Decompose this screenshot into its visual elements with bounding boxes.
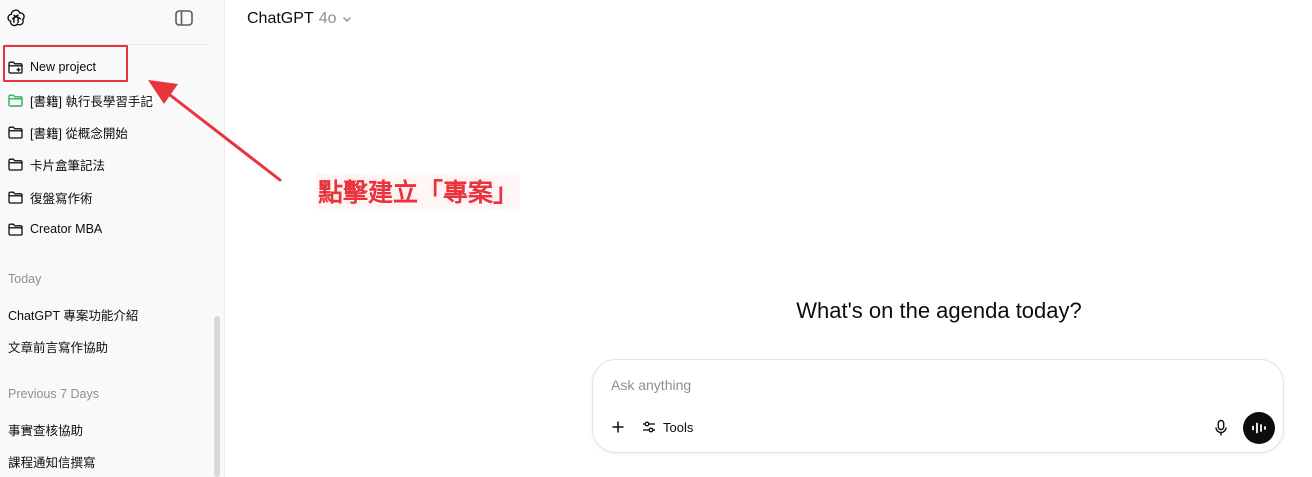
- project-item[interactable]: 復盤寫作術: [8, 186, 93, 208]
- sidebar-scrollbar[interactable]: [214, 316, 220, 477]
- project-label: 復盤寫作術: [30, 191, 93, 206]
- openai-logo-icon[interactable]: [6, 8, 26, 28]
- project-label: [書籍] 執行長學習手記: [30, 94, 153, 109]
- section-title-today: Today: [8, 272, 42, 286]
- new-project-highlight-box: [3, 45, 128, 82]
- waveform-icon: [1252, 422, 1266, 434]
- project-item[interactable]: [書籍] 從概念開始: [8, 121, 128, 143]
- voice-mode-button[interactable]: [1243, 412, 1275, 444]
- project-item[interactable]: 卡片盒筆記法: [8, 153, 105, 175]
- project-item[interactable]: [書籍] 執行長學習手記: [8, 89, 153, 111]
- section-title-previous-7-days: Previous 7 Days: [8, 387, 100, 401]
- folder-icon: [8, 158, 23, 171]
- project-label: [書籍] 從概念開始: [30, 126, 128, 141]
- folder-icon: [8, 191, 23, 204]
- folder-icon: [8, 126, 23, 139]
- project-label: 卡片盒筆記法: [30, 158, 106, 173]
- chat-item[interactable]: 事實查核協助: [8, 420, 83, 439]
- sidebar-toggle-icon[interactable]: [174, 9, 194, 27]
- sidebar: New project [書籍] 執行長學習手記 [書籍] 從概念開始 卡片盒筆…: [0, 0, 225, 477]
- folder-icon: [8, 223, 23, 236]
- sliders-icon: [643, 421, 655, 433]
- sidebar-header: [0, 0, 225, 36]
- chat-item[interactable]: 文章前言寫作協助: [8, 337, 108, 356]
- project-label: Creator MBA: [30, 222, 103, 236]
- model-version: 4o: [318, 10, 337, 27]
- model-picker[interactable]: ChatGPT 4o: [247, 9, 352, 29]
- plus-icon[interactable]: [610, 419, 626, 435]
- annotation-label: 點擊建立「專案」: [316, 173, 521, 209]
- composer: Tools: [592, 359, 1284, 453]
- project-item[interactable]: Creator MBA: [8, 218, 102, 240]
- page-headline: What's on the agenda today?: [796, 298, 1082, 323]
- microphone-icon[interactable]: [1214, 419, 1228, 437]
- chat-item[interactable]: 課程通知信撰寫: [8, 452, 96, 471]
- folder-icon: [8, 94, 23, 107]
- model-name: ChatGPT: [247, 10, 314, 27]
- prompt-input[interactable]: [611, 377, 1171, 393]
- chevron-down-icon: [343, 17, 352, 22]
- chat-item[interactable]: ChatGPT 專案功能介紹: [8, 305, 138, 324]
- tools-button[interactable]: Tools: [642, 418, 693, 436]
- tools-label: Tools: [663, 419, 694, 435]
